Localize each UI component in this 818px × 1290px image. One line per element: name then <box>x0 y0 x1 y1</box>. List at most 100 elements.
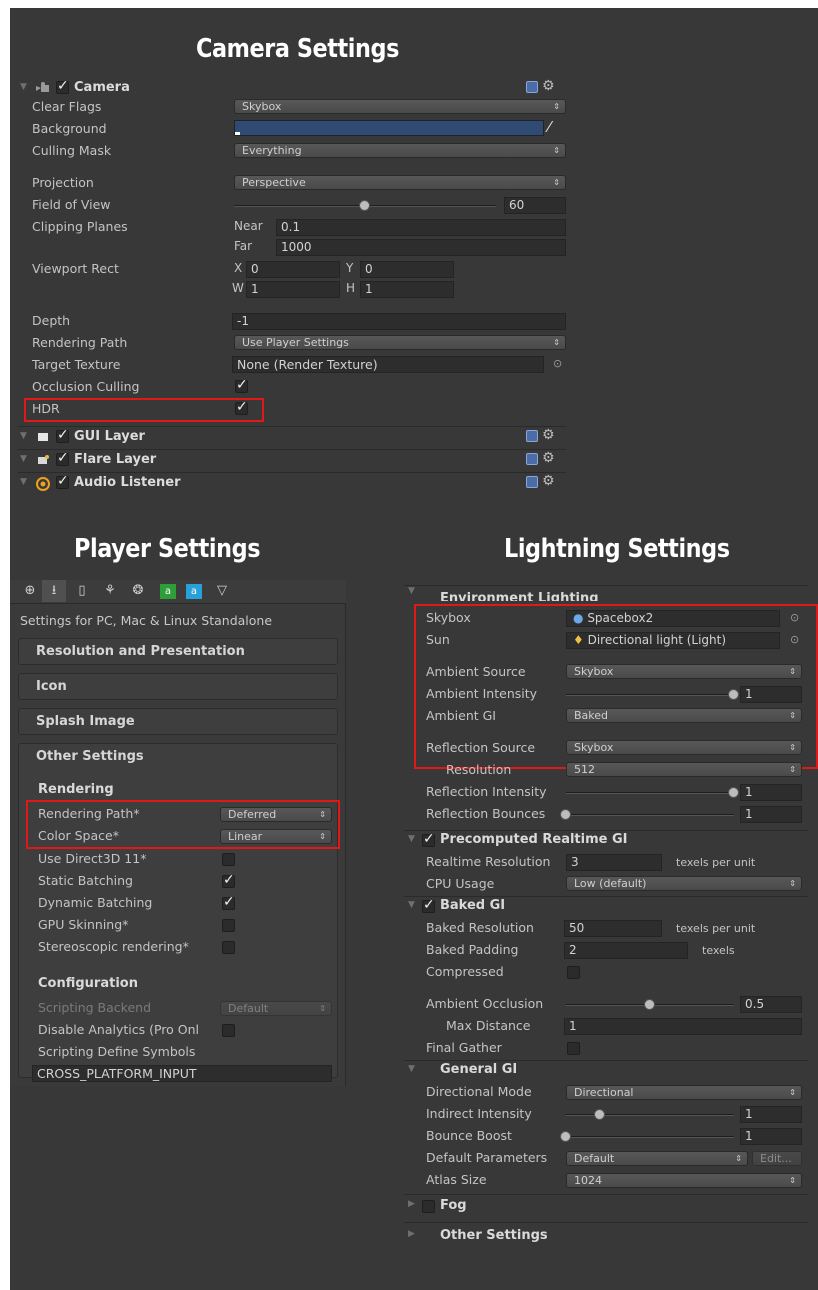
fov-input[interactable]: 60 <box>504 197 566 214</box>
target-texture-field[interactable]: None (Render Texture) <box>232 356 544 373</box>
bounce-boost-input[interactable]: 1 <box>740 1128 802 1145</box>
html5-platform-icon[interactable]: ▽ <box>210 580 234 602</box>
flare-layer-component-header[interactable]: ▼ Flare Layer ⚙ <box>18 449 566 471</box>
baked-resolution-input[interactable]: 50 <box>564 920 662 937</box>
baked-gi-checkbox[interactable] <box>422 897 435 913</box>
realtime-resolution-input[interactable]: 3 <box>566 854 662 871</box>
splash-image-group[interactable]: Splash Image <box>18 708 338 735</box>
gear-icon[interactable]: ⚙ <box>542 427 555 443</box>
help-icon[interactable] <box>526 476 538 488</box>
eyedropper-icon[interactable]: ⁄ <box>548 118 551 136</box>
flare-layer-enabled-checkbox[interactable] <box>56 450 69 466</box>
lighting-other-settings-header[interactable]: Other Settings <box>440 1228 548 1243</box>
background-color-swatch[interactable] <box>234 120 544 136</box>
help-icon[interactable] <box>526 81 538 93</box>
indirect-intensity-slider-handle[interactable] <box>593 1109 605 1120</box>
near-input[interactable]: 0.1 <box>276 219 566 236</box>
culling-mask-dropdown[interactable]: Everything ⇕ <box>234 143 566 158</box>
reflection-bounces-slider-handle[interactable] <box>560 809 571 820</box>
audio-listener-enabled-checkbox[interactable] <box>56 473 69 489</box>
ambient-occlusion-slider-handle[interactable] <box>644 999 655 1010</box>
reflection-bounces-input[interactable]: 1 <box>740 806 802 823</box>
audio-listener-component-header[interactable]: ▼ Audio Listener ⚙ <box>18 472 566 494</box>
compressed-checkbox[interactable] <box>567 966 580 979</box>
foldout-arrow-icon[interactable]: ▼ <box>20 454 27 464</box>
baked-gi-header[interactable]: Baked GI <box>440 898 505 913</box>
reflection-resolution-dropdown[interactable]: 512 ⇕ <box>566 762 802 777</box>
ios-platform-icon[interactable]: ▯ <box>70 580 94 602</box>
disable-analytics-checkbox[interactable] <box>222 1024 235 1037</box>
depth-input[interactable]: -1 <box>232 313 566 330</box>
foldout-arrow-icon[interactable]: ▼ <box>408 900 415 910</box>
resolution-presentation-group[interactable]: Resolution and Presentation <box>18 638 338 665</box>
general-gi-header[interactable]: General GI <box>440 1062 517 1077</box>
far-input[interactable]: 1000 <box>276 239 566 256</box>
indirect-intensity-input[interactable]: 1 <box>740 1106 802 1123</box>
scripting-define-symbols-input[interactable]: CROSS_PLATFORM_INPUT <box>32 1065 332 1082</box>
gear-icon[interactable]: ⚙ <box>542 450 555 466</box>
fog-checkbox[interactable] <box>422 1200 435 1213</box>
bounce-boost-slider-track[interactable] <box>566 1136 734 1138</box>
cpu-usage-dropdown[interactable]: Low (default) ⇕ <box>566 876 802 891</box>
viewport-x-input[interactable]: 0 <box>246 261 340 278</box>
gear-icon[interactable]: ⚙ <box>542 473 555 489</box>
direct3d11-checkbox[interactable] <box>222 853 235 866</box>
object-picker-icon[interactable]: ⊙ <box>553 357 562 370</box>
baked-padding-input[interactable]: 2 <box>564 942 688 959</box>
reflection-resolution-label: Resolution <box>446 762 512 777</box>
stereoscopic-checkbox[interactable] <box>222 941 235 954</box>
occlusion-culling-checkbox[interactable] <box>235 377 248 393</box>
reflection-intensity-slider-track[interactable] <box>566 792 734 794</box>
windows-store-platform-icon[interactable]: a <box>156 580 180 602</box>
static-batching-checkbox[interactable] <box>222 872 235 888</box>
scripting-define-symbols-label: Scripting Define Symbols <box>38 1044 196 1059</box>
precomputed-gi-header[interactable]: Precomputed Realtime GI <box>440 832 627 847</box>
gui-layer-enabled-checkbox[interactable] <box>56 427 69 443</box>
foldout-arrow-icon[interactable]: ▼ <box>20 431 27 441</box>
default-parameters-dropdown[interactable]: Default ⇕ <box>566 1151 748 1166</box>
foldout-arrow-icon[interactable]: ▼ <box>408 586 415 596</box>
gear-icon[interactable]: ⚙ <box>542 78 555 94</box>
ambient-occlusion-input[interactable]: 0.5 <box>740 996 802 1013</box>
foldout-arrow-icon[interactable]: ▼ <box>408 834 415 844</box>
camera-component-header[interactable]: ▼ Camera ⚙ <box>18 78 566 100</box>
indirect-intensity-slider-track[interactable] <box>566 1114 734 1116</box>
windows-phone-platform-icon[interactable]: a <box>182 580 206 602</box>
camera-enabled-checkbox[interactable] <box>56 78 69 94</box>
foldout-arrow-icon[interactable]: ▼ <box>20 477 27 487</box>
atlas-size-dropdown[interactable]: 1024 ⇕ <box>566 1173 802 1188</box>
final-gather-checkbox[interactable] <box>567 1042 580 1055</box>
projection-dropdown[interactable]: Perspective ⇕ <box>234 175 566 190</box>
web-platform-icon[interactable]: ⊕ <box>18 580 42 602</box>
max-distance-input[interactable]: 1 <box>564 1018 802 1035</box>
environment-lighting-header[interactable]: Environment Lighting <box>440 591 599 601</box>
blackberry-platform-icon[interactable]: ❂ <box>126 580 150 602</box>
fov-slider-handle[interactable] <box>359 200 370 211</box>
fog-header[interactable]: Fog <box>440 1198 467 1213</box>
reflection-intensity-input[interactable]: 1 <box>740 784 802 801</box>
icon-group[interactable]: Icon <box>18 673 338 700</box>
clear-flags-dropdown[interactable]: Skybox ⇕ <box>234 99 566 114</box>
precomputed-gi-checkbox[interactable] <box>422 831 435 847</box>
viewport-w-input[interactable]: 1 <box>246 281 340 298</box>
standalone-platform-icon[interactable]: ⭳ <box>42 580 66 602</box>
help-icon[interactable] <box>526 430 538 442</box>
reflection-intensity-slider-handle[interactable] <box>728 787 739 798</box>
gui-layer-component-header[interactable]: ▼ GUI Layer ⚙ <box>18 426 566 448</box>
viewport-y-input[interactable]: 0 <box>360 261 454 278</box>
reflection-bounces-slider-track[interactable] <box>566 814 734 816</box>
rendering-path-dropdown[interactable]: Use Player Settings ⇕ <box>234 335 566 350</box>
bounce-boost-slider-handle[interactable] <box>560 1131 571 1142</box>
configuration-section-header: Configuration <box>38 976 138 991</box>
gpu-skinning-checkbox[interactable] <box>222 919 235 932</box>
android-platform-icon[interactable]: ⚘ <box>98 580 122 602</box>
help-icon[interactable] <box>526 453 538 465</box>
foldout-arrow-icon[interactable]: ▶ <box>408 1199 415 1209</box>
foldout-arrow-icon[interactable]: ▶ <box>408 1229 415 1239</box>
edit-parameters-button[interactable]: Edit... <box>752 1151 802 1166</box>
viewport-h-input[interactable]: 1 <box>360 281 454 298</box>
directional-mode-dropdown[interactable]: Directional ⇕ <box>566 1085 802 1100</box>
foldout-arrow-icon[interactable]: ▼ <box>20 82 27 92</box>
foldout-arrow-icon[interactable]: ▼ <box>408 1064 415 1074</box>
dynamic-batching-checkbox[interactable] <box>222 894 235 910</box>
